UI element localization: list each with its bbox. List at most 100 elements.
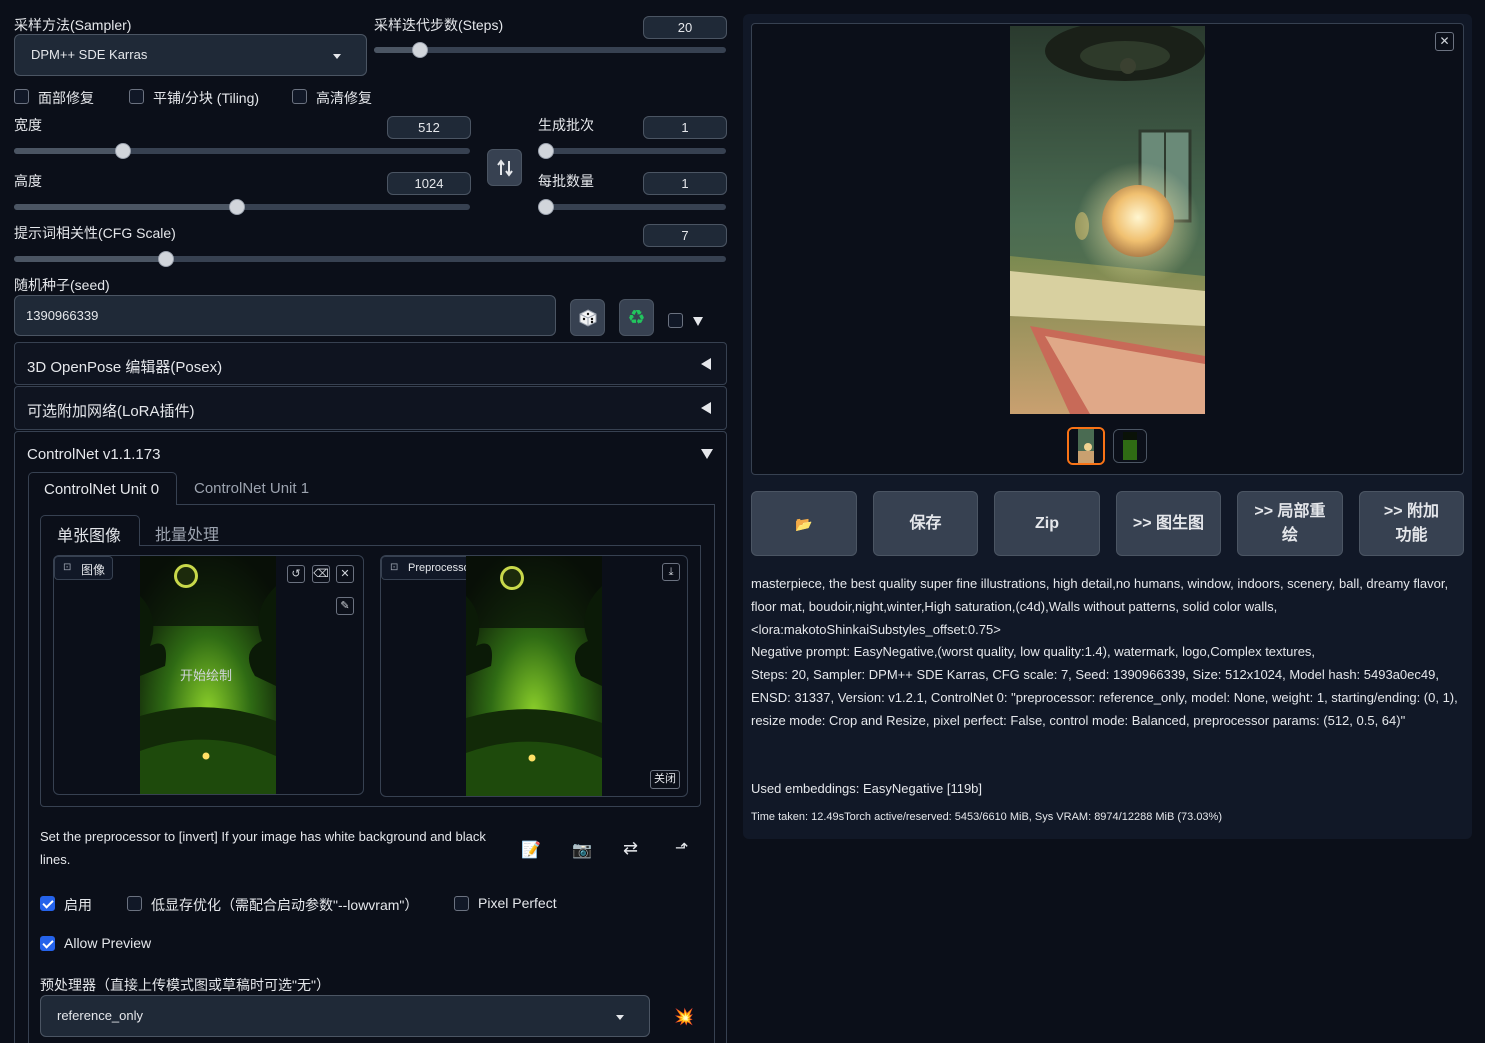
accordion-lora-title: 可选附加网络(LoRA插件) xyxy=(27,403,195,420)
camera-icon[interactable]: 📷 xyxy=(572,840,592,860)
enable-checkbox[interactable] xyxy=(40,896,55,911)
eraser-icon[interactable]: ⌫ xyxy=(312,565,330,583)
pixel-perfect-checkbox[interactable] xyxy=(454,896,469,911)
cfg-label: 提示词相关性(CFG Scale) xyxy=(14,225,176,241)
pixel-perfect-label: Pixel Perfect xyxy=(478,895,557,911)
accordion-posex[interactable]: 3D OpenPose 编辑器(Posex) xyxy=(14,342,727,385)
collapse-left-icon xyxy=(701,358,711,370)
steps-slider[interactable] xyxy=(374,42,726,58)
sampler-value: DPM++ SDE Karras xyxy=(31,47,148,62)
info-time-taken: Time taken: 12.49sTorch active/reserved:… xyxy=(751,811,1222,823)
send-to-extras-button[interactable]: >> 附加功能 xyxy=(1359,491,1464,556)
zip-button[interactable]: Zip xyxy=(994,491,1100,556)
width-slider[interactable] xyxy=(14,143,470,159)
dice-icon xyxy=(579,308,596,327)
swap-vertical-icon xyxy=(496,158,513,177)
memo-icon[interactable]: 📝 xyxy=(521,840,541,860)
batch-size-input[interactable]: 1 xyxy=(643,172,727,195)
lowvram-checkbox[interactable] xyxy=(127,896,142,911)
send-to-inpaint-button[interactable]: >> 局部重绘 xyxy=(1237,491,1343,556)
height-input[interactable]: 1024 xyxy=(387,172,471,195)
chevron-down-icon xyxy=(616,1015,624,1020)
generated-image[interactable] xyxy=(1010,26,1205,414)
swap-icon[interactable]: ⇄ xyxy=(623,838,638,859)
send-to-img2img-button[interactable]: >> 图生图 xyxy=(1116,491,1221,556)
info-parameters: Steps: 20, Sampler: DPM++ SDE Karras, CF… xyxy=(751,667,1458,728)
controlnet-title[interactable]: ControlNet v1.1.173 xyxy=(27,446,160,463)
accordion-lora[interactable]: 可选附加网络(LoRA插件) xyxy=(14,386,727,430)
cfg-slider[interactable] xyxy=(14,251,726,267)
undo-icon[interactable]: ↺ xyxy=(287,565,305,583)
sampler-label: 采样方法(Sampler) xyxy=(14,17,132,33)
height-label: 高度 xyxy=(14,173,42,189)
batch-count-slider[interactable] xyxy=(538,143,726,159)
swap-dimensions-button[interactable] xyxy=(487,149,522,186)
image-panel-badge: ⊡ 图像 xyxy=(54,556,113,580)
batch-count-slider-thumb[interactable] xyxy=(538,143,554,159)
batch-size-slider-thumb[interactable] xyxy=(538,199,554,215)
recycle-icon: ♻ xyxy=(627,306,646,329)
width-input[interactable]: 512 xyxy=(387,116,471,139)
batch-count-label: 生成批次 xyxy=(538,117,594,133)
height-slider[interactable] xyxy=(14,199,470,215)
tiling-label: 平铺/分块 (Tiling) xyxy=(153,90,260,106)
preview-image xyxy=(466,556,602,796)
height-slider-thumb[interactable] xyxy=(229,199,246,215)
preprocessor-dropdown[interactable]: reference_only xyxy=(40,995,650,1037)
seed-value: 1390966339 xyxy=(26,308,99,323)
face-restore-label: 面部修复 xyxy=(38,90,94,106)
preprocessor-label: 预处理器（直接上传模式图或草稿时可选"无"） xyxy=(40,977,330,993)
hires-fix-label: 高清修复 xyxy=(316,90,372,106)
preprocessor-value: reference_only xyxy=(57,1008,143,1023)
download-icon[interactable]: ⤓ xyxy=(662,563,680,581)
folder-icon: 📂 xyxy=(795,515,813,532)
brush-icon[interactable]: ✎ xyxy=(336,597,354,615)
info-prompt: masterpiece, the best quality super fine… xyxy=(751,576,1449,637)
steps-label: 采样迭代步数(Steps) xyxy=(374,17,504,33)
seed-input[interactable]: 1390966339 xyxy=(14,295,556,336)
tab-controlnet-unit-0[interactable]: ControlNet Unit 0 xyxy=(28,472,177,505)
info-embeddings: Used embeddings: EasyNegative [119b] xyxy=(751,781,983,796)
seed-label: 随机种子(seed) xyxy=(14,277,110,293)
thumbnail-1[interactable] xyxy=(1067,427,1105,465)
close-gallery-icon[interactable]: ✕ xyxy=(1435,32,1454,51)
close-icon[interactable]: ✕ xyxy=(336,565,354,583)
arrow-icon[interactable]: ⬏ xyxy=(675,838,688,858)
accordion-posex-title: 3D OpenPose 编辑器(Posex) xyxy=(27,359,223,376)
close-preview-button[interactable]: 关闭 xyxy=(650,770,680,789)
sampler-dropdown[interactable]: DPM++ SDE Karras xyxy=(14,34,367,76)
width-label: 宽度 xyxy=(14,117,42,133)
batch-count-input[interactable]: 1 xyxy=(643,116,727,139)
open-folder-button[interactable]: 📂 xyxy=(751,491,857,556)
image-icon: ⊡ xyxy=(63,562,72,573)
cfg-input[interactable]: 7 xyxy=(643,224,727,247)
tab-single-image[interactable]: 单张图像 xyxy=(40,515,140,546)
random-seed-button[interactable] xyxy=(570,299,605,336)
reuse-seed-button[interactable]: ♻ xyxy=(619,299,654,336)
enable-label: 启用 xyxy=(64,897,92,913)
hires-fix-checkbox[interactable] xyxy=(292,89,307,104)
batch-size-slider[interactable] xyxy=(538,199,726,215)
cfg-slider-thumb[interactable] xyxy=(157,251,174,267)
tab-controlnet-unit-1[interactable]: ControlNet Unit 1 xyxy=(194,480,309,497)
collapse-down-icon[interactable] xyxy=(701,449,713,459)
allow-preview-label: Allow Preview xyxy=(64,935,152,951)
tab-unit0-label: ControlNet Unit 0 xyxy=(44,481,160,498)
batch-size-label: 每批数量 xyxy=(538,173,594,189)
face-restore-checkbox[interactable] xyxy=(14,89,29,104)
lowvram-label: 低显存优化（需配合启动参数"--lowvram"） xyxy=(151,897,419,913)
steps-input[interactable]: 20 xyxy=(643,16,727,39)
allow-preview-checkbox[interactable] xyxy=(40,936,55,951)
input-image[interactable]: 开始绘制 xyxy=(140,556,276,794)
width-slider-thumb[interactable] xyxy=(115,143,132,159)
extra-seed-toggle-icon[interactable] xyxy=(693,317,703,326)
collapse-left-icon xyxy=(701,402,711,414)
save-button[interactable]: 保存 xyxy=(873,491,978,556)
thumbnail-2[interactable] xyxy=(1113,429,1147,463)
steps-slider-thumb[interactable] xyxy=(411,42,428,58)
extra-seed-checkbox[interactable] xyxy=(668,313,683,328)
explosion-icon[interactable]: 💥 xyxy=(674,1007,694,1027)
tiling-checkbox[interactable] xyxy=(129,89,144,104)
tab-batch[interactable]: 批量处理 xyxy=(155,521,219,545)
chevron-down-icon xyxy=(333,54,341,59)
